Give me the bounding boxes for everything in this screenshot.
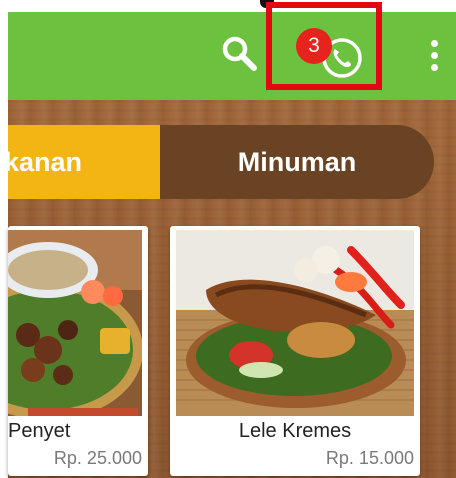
- tab-label: kanan: [8, 146, 83, 177]
- menu-item-name: Lele Kremes: [238, 420, 352, 442]
- menu-item-price: Rp. 15.000: [325, 448, 414, 468]
- status-strip: [0, 0, 456, 12]
- tab-minuman[interactable]: Minuman: [160, 125, 434, 199]
- tab-label: Minuman: [237, 146, 357, 177]
- menu-card[interactable]: Lele Kremes Rp. 15.000: [170, 226, 420, 476]
- more-vert-icon: [430, 39, 438, 47]
- food-image: [176, 230, 414, 416]
- notification-badge: 3: [296, 28, 332, 64]
- tab-makanan[interactable]: kanan: [8, 125, 160, 199]
- search-icon: [222, 36, 257, 71]
- food-photo-lele-kremes: [176, 230, 414, 416]
- more-vert-dot: [430, 51, 438, 59]
- category-tabs: kanan Minuman: [8, 125, 434, 199]
- food-image: [8, 230, 142, 416]
- menu-item-price: Rp. 25.000: [53, 448, 142, 468]
- search-button[interactable]: [218, 32, 262, 76]
- food-photo-penyet: [8, 230, 142, 416]
- overflow-menu-button[interactable]: [414, 32, 454, 78]
- more-vert-dot: [430, 63, 438, 71]
- menu-card[interactable]: Penyet Rp. 25.000: [8, 226, 148, 476]
- app-toolbar: [8, 12, 456, 100]
- menu-item-name: Penyet: [8, 420, 71, 442]
